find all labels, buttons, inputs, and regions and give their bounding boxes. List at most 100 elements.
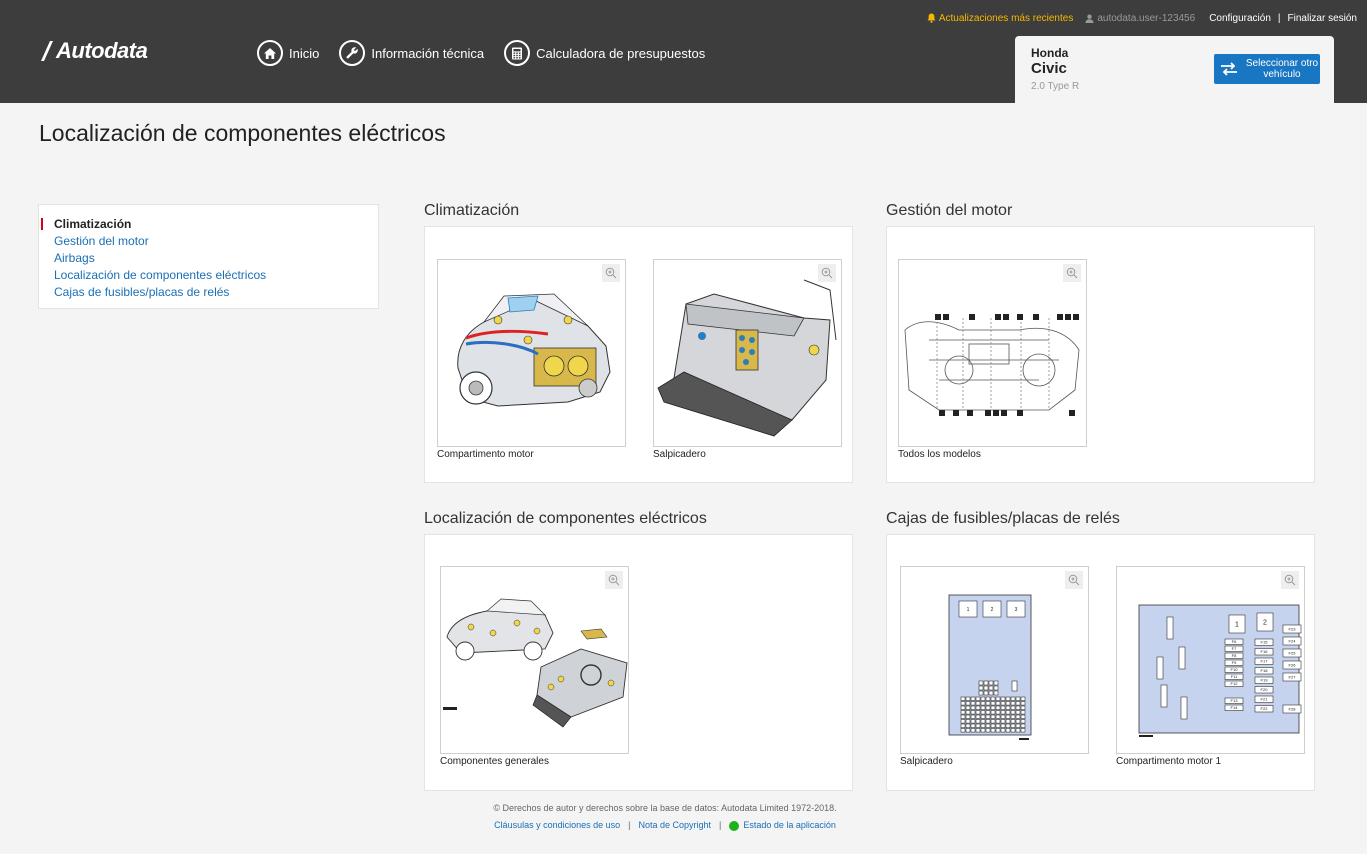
fuse-slot: [1015, 701, 1021, 706]
fuse-slot: [1020, 705, 1026, 710]
nav-estimate-calculator-label: Calculadora de presupuestos: [536, 45, 706, 61]
fuse-slot: [983, 680, 989, 686]
relay-label: 2: [991, 607, 994, 613]
fuse-slot: [983, 685, 989, 691]
diagram-frame: [653, 259, 842, 447]
fuse-slot: [960, 714, 966, 719]
updates-link[interactable]: Actualizaciones más recientes: [927, 13, 1073, 24]
fuse-slot: [1010, 728, 1016, 733]
fuse-slot: [975, 701, 981, 706]
zoom-in-icon[interactable]: [605, 571, 623, 589]
fuse-slot: [985, 705, 991, 710]
zoom-in-icon[interactable]: [818, 264, 836, 282]
autodata-logo[interactable]: Autodata: [40, 38, 148, 64]
fuse-slot: [1015, 723, 1021, 728]
fuse-slot: [980, 696, 986, 701]
section-component-location: Componentes generales: [424, 534, 853, 791]
fuse-slot: [1005, 719, 1011, 724]
logo-text: Autodata: [56, 38, 148, 63]
vehicle-make: Honda: [1031, 46, 1069, 60]
fuse-slot: [993, 685, 999, 691]
fuse-slot: [1005, 696, 1011, 701]
nav-home[interactable]: Inicio: [257, 40, 319, 66]
logo-slash-icon: [41, 41, 53, 61]
fuse-slot: [1000, 723, 1006, 728]
divider: |: [1277, 12, 1281, 24]
fuse-slot: [965, 701, 971, 706]
sidebar-item-airbags[interactable]: Airbags: [54, 250, 378, 267]
fuse-slot: [965, 723, 971, 728]
fuse-slot: [1000, 728, 1006, 733]
fuse-slot: [970, 714, 976, 719]
user-icon: [1085, 14, 1094, 23]
fuse-slot: [965, 728, 971, 733]
fuse-label: F26: [1289, 662, 1297, 667]
app-status-label: Estado de la aplicación: [743, 820, 836, 830]
fuse-slot: [1005, 701, 1011, 706]
fuse-slot: [1015, 714, 1021, 719]
fuse-slot: [1000, 696, 1006, 701]
fuse-slot: [975, 723, 981, 728]
app-status-link[interactable]: Estado de la aplicación: [729, 820, 836, 831]
change-vehicle-button[interactable]: Seleccionar otro vehículo: [1214, 54, 1320, 84]
footer-links: Cláusulas y condiciones de uso | Nota de…: [410, 820, 920, 831]
fuse-slot: [1010, 714, 1016, 719]
diagram-frame: [440, 566, 629, 754]
fuse-label: F25: [1289, 650, 1297, 655]
relay-label: 2: [1263, 619, 1267, 626]
zoom-in-icon[interactable]: [1065, 571, 1083, 589]
fuse-label: F22: [1261, 706, 1269, 711]
thumb-caption: Compartimento motor: [437, 449, 534, 460]
page-footer: © Derechos de autor y derechos sobre la …: [410, 803, 920, 831]
fuse-slot: [1000, 705, 1006, 710]
fuse-slot: [995, 710, 1001, 715]
sidebar-item-climate[interactable]: Climatización: [41, 216, 378, 233]
fuse-slot: [980, 714, 986, 719]
fuse-slot: [970, 728, 976, 733]
fuse-slot: [985, 696, 991, 701]
fuse-label: F21: [1261, 697, 1269, 702]
vehicle-engine: 2.0 Type R: [1031, 81, 1080, 92]
fuse-slot: [1005, 723, 1011, 728]
fuse-slot: [1015, 696, 1021, 701]
zoom-in-icon[interactable]: [1281, 571, 1299, 589]
copyright-note-link[interactable]: Nota de Copyright: [638, 820, 711, 830]
relay-label: 1: [967, 607, 970, 613]
fuse-slot: [975, 728, 981, 733]
sidebar-item-fuse-boxes[interactable]: Cajas de fusibles/placas de relés: [54, 284, 378, 301]
terms-link[interactable]: Cláusulas y condiciones de uso: [494, 820, 620, 830]
nav-technical-info[interactable]: Información técnica: [339, 40, 484, 66]
fuse-slot: [965, 714, 971, 719]
top-utility-bar: Actualizaciones más recientes autodata.u…: [927, 11, 1357, 25]
fuse-slot: [1015, 719, 1021, 724]
zoom-in-icon[interactable]: [602, 264, 620, 282]
fuse-label: F20: [1261, 687, 1269, 692]
fuse-slot: [990, 719, 996, 724]
fuse-slot: [985, 710, 991, 715]
fuse-slot: [1010, 719, 1016, 724]
fuse-slot: [960, 701, 966, 706]
copyright-text: © Derechos de autor y derechos sobre la …: [493, 803, 837, 813]
fuse-slot: [988, 690, 994, 696]
nav-estimate-calculator[interactable]: Calculadora de presupuestos: [504, 40, 705, 66]
fuse-label: F27: [1289, 674, 1297, 679]
vehicle-model: Civic: [1031, 60, 1067, 77]
fuse-slot: [980, 723, 986, 728]
logout-link[interactable]: Finalizar sesión: [1288, 13, 1357, 24]
username: autodata.user-123456: [1097, 12, 1196, 24]
config-link[interactable]: Configuración: [1209, 13, 1271, 24]
fuse-slot: [993, 690, 999, 696]
section-sidebar: Climatización Gestión del motor Airbags …: [38, 204, 379, 309]
fuse-slot: [1020, 714, 1026, 719]
fuse-slot: [960, 696, 966, 701]
fuse-slot: [980, 705, 986, 710]
calculator-icon: [504, 40, 531, 66]
dash-fusebox-diagram: 1 2 3: [948, 594, 1032, 740]
main-nav: Inicio Información técnica Calculadora d…: [257, 40, 705, 66]
fuse-slot: [990, 696, 996, 701]
sidebar-item-component-location[interactable]: Localización de componentes eléctricos: [54, 267, 378, 284]
fuse-slot: [980, 719, 986, 724]
zoom-in-icon[interactable]: [1063, 264, 1081, 282]
fuse-slot: [1005, 710, 1011, 715]
sidebar-item-engine-management[interactable]: Gestión del motor: [54, 233, 378, 250]
